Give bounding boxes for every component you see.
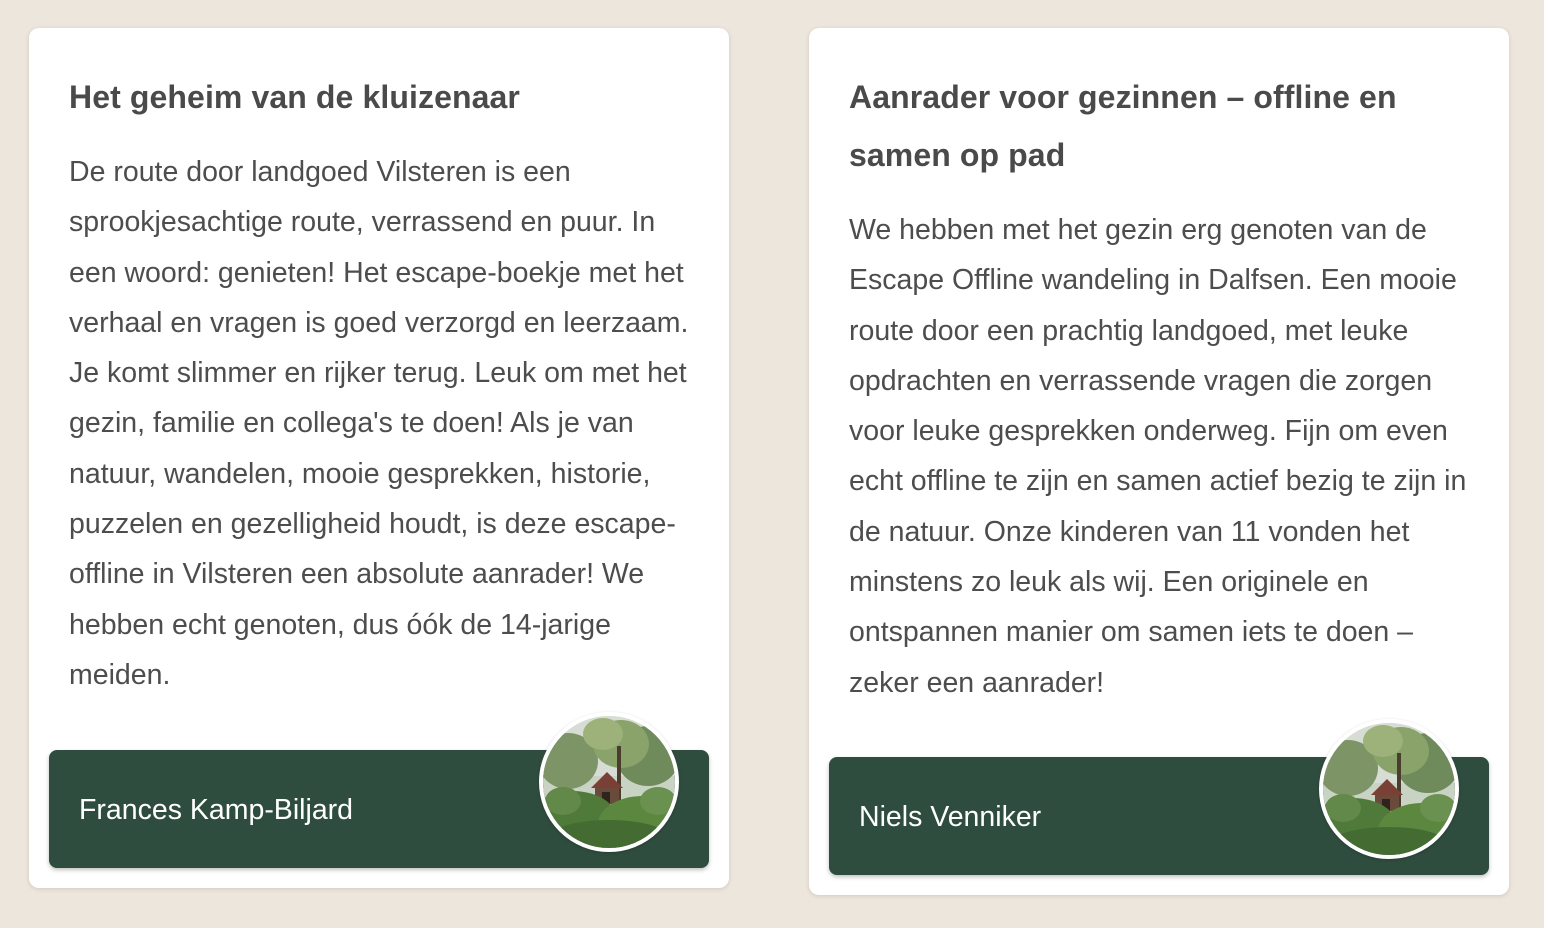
- author-avatar: [539, 712, 679, 852]
- review-title: Het geheim van de kluizenaar: [69, 79, 520, 115]
- forest-cabin-photo-icon: [543, 716, 675, 848]
- review-author-name: Frances Kamp-Biljard: [79, 794, 354, 826]
- review-card: Het geheim van de kluizenaar De route do…: [29, 28, 729, 888]
- author-avatar: [1319, 719, 1459, 859]
- review-author-bar: Frances Kamp-Biljard: [49, 712, 709, 868]
- review-author-bar: Niels Venniker: [829, 719, 1489, 875]
- review-title: Aanrader voor gezinnen – offline en same…: [849, 79, 1397, 173]
- review-card: Aanrader voor gezinnen – offline en same…: [809, 28, 1509, 895]
- review-text: De route door landgoed Vilsteren is een …: [69, 156, 689, 691]
- review-text: We hebben met het gezin erg genoten van …: [849, 214, 1467, 699]
- review-author-name: Niels Venniker: [859, 801, 1042, 833]
- forest-cabin-photo-icon: [1323, 723, 1455, 855]
